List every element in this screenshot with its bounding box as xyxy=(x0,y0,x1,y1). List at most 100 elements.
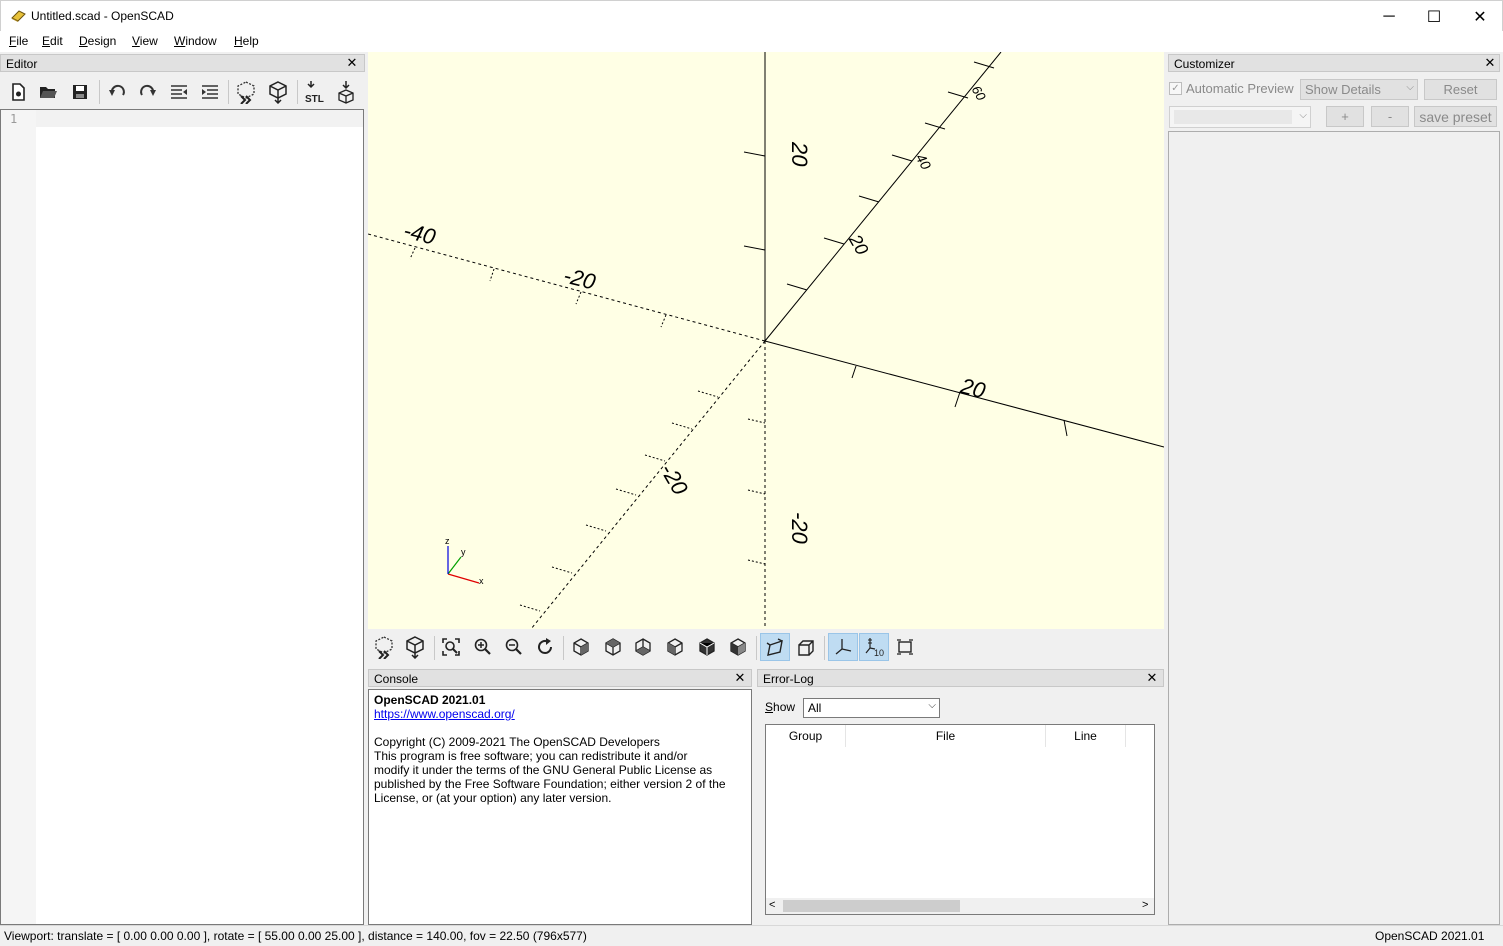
error-log-close-icon[interactable]: ✕ xyxy=(1145,671,1159,686)
view-all-icon[interactable] xyxy=(438,634,464,660)
console-close-icon[interactable]: ✕ xyxy=(733,671,747,686)
x-axis-label-minus-40: -40 xyxy=(401,218,439,250)
customizer-title: Customizer xyxy=(1174,57,1235,71)
status-bar: Viewport: translate = [ 0.00 0.00 0.00 ]… xyxy=(0,925,1503,946)
console-title-bar: Console ✕ xyxy=(368,669,752,687)
openscad-app-icon xyxy=(11,10,26,22)
preset-value xyxy=(1174,110,1292,124)
view-back-icon[interactable] xyxy=(725,634,751,660)
console-license-line: This program is free software; you can r… xyxy=(374,749,688,763)
toolbar-separator xyxy=(297,80,298,104)
minimize-button[interactable]: ─ xyxy=(1366,1,1412,32)
viewport-status: Viewport: translate = [ 0.00 0.00 0.00 ]… xyxy=(4,929,587,943)
toolbar-separator xyxy=(99,80,100,104)
undo-icon[interactable] xyxy=(104,79,130,105)
console-title: Console xyxy=(374,672,419,686)
orthogonal-icon[interactable] xyxy=(793,634,819,660)
maximize-button[interactable]: ☐ xyxy=(1411,1,1457,32)
remove-preset-button[interactable]: - xyxy=(1371,106,1409,127)
perspective-icon[interactable] xyxy=(760,633,790,661)
scroll-left-icon[interactable]: < xyxy=(769,899,775,911)
editor-close-icon[interactable]: ✕ xyxy=(345,56,359,71)
toolbar-separator xyxy=(756,636,757,660)
show-edges-icon[interactable] xyxy=(892,634,918,660)
unindent-icon[interactable] xyxy=(166,79,192,105)
preview-icon[interactable] xyxy=(371,634,397,660)
preset-dropdown[interactable]: ⌵ xyxy=(1169,106,1311,128)
show-details-dropdown[interactable]: Show Details ⌵ xyxy=(1300,79,1418,100)
scrollbar-thumb[interactable] xyxy=(783,900,960,912)
error-log-title: Error-Log xyxy=(763,672,814,686)
error-log-table[interactable]: Group File Line < > xyxy=(765,724,1155,915)
reset-button[interactable]: Reset xyxy=(1424,79,1497,100)
view-front-icon[interactable] xyxy=(694,634,720,660)
new-file-icon[interactable] xyxy=(5,79,31,105)
add-preset-button[interactable]: + xyxy=(1326,106,1364,127)
customizer-close-icon[interactable]: ✕ xyxy=(1483,56,1497,71)
menu-edit[interactable]: Edit xyxy=(42,34,63,48)
zoom-in-icon[interactable] xyxy=(470,634,496,660)
redo-icon[interactable] xyxy=(135,79,161,105)
gizmo-y-label: y xyxy=(461,547,466,557)
y-axis-positive xyxy=(764,52,1002,342)
open-file-icon[interactable] xyxy=(35,79,61,105)
editor-toolbar: STL xyxy=(0,74,365,110)
title-bar: Untitled.scad - OpenSCAD ─ ☐ ✕ xyxy=(0,0,1503,31)
3d-viewport[interactable]: 20 -20 -40 20 -20 20 40 60 -20 x y z xyxy=(368,52,1164,629)
line-number-gutter xyxy=(1,110,36,924)
y-axis-negative xyxy=(530,340,766,629)
view-left-icon[interactable] xyxy=(662,634,688,660)
stl-label: STL xyxy=(305,94,324,104)
x-axis-label-minus-20: -20 xyxy=(561,263,599,295)
customizer-title-bar: Customizer ✕ xyxy=(1168,54,1500,72)
toolbar-separator xyxy=(824,636,825,660)
chevron-down-icon: ⌵ xyxy=(928,700,936,711)
console-license-line: published by the Free Software Foundatio… xyxy=(374,777,726,791)
console-version: OpenSCAD 2021.01 xyxy=(374,693,486,707)
menu-file[interactable]: File xyxy=(9,34,28,48)
menu-design[interactable]: Design xyxy=(79,34,116,48)
y-axis-label-40: 40 xyxy=(913,151,935,173)
show-filter-dropdown[interactable]: All ⌵ xyxy=(803,698,940,718)
export-stl-icon[interactable]: STL xyxy=(302,79,328,105)
horizontal-scrollbar[interactable]: < > xyxy=(766,898,1154,914)
menu-help[interactable]: Help xyxy=(234,34,259,48)
console-output[interactable]: OpenSCAD 2021.01 https://www.openscad.or… xyxy=(368,689,752,925)
reset-view-icon[interactable] xyxy=(532,634,558,660)
save-icon[interactable] xyxy=(67,79,93,105)
scroll-right-icon[interactable]: > xyxy=(1142,899,1148,911)
view-right-icon[interactable] xyxy=(568,634,594,660)
automatic-preview-label: Automatic Preview xyxy=(1186,81,1294,96)
orientation-gizmo: x y z xyxy=(445,536,484,586)
code-editor[interactable] xyxy=(0,109,364,925)
column-header-file[interactable]: File xyxy=(846,725,1046,747)
indent-icon[interactable] xyxy=(197,79,223,105)
automatic-preview-checkbox[interactable]: ✓ xyxy=(1169,82,1182,95)
menu-view[interactable]: View xyxy=(132,34,158,48)
send-to-3d-print-icon[interactable] xyxy=(333,79,359,105)
openscad-website-link[interactable]: https://www.openscad.org/ xyxy=(374,707,515,721)
y-axis-label-20: 20 xyxy=(844,230,872,258)
show-filter-label: Show xyxy=(765,700,796,714)
console-license-line: License, or (at your option) any later v… xyxy=(374,791,612,805)
zoom-out-icon[interactable] xyxy=(501,634,527,660)
show-scale-markers-icon[interactable]: 10 xyxy=(859,633,889,661)
console-license-line: modify it under the terms of the GNU Gen… xyxy=(374,763,713,777)
close-window-button[interactable]: ✕ xyxy=(1457,1,1503,32)
menu-window[interactable]: Window xyxy=(174,34,217,48)
save-preset-button[interactable]: save preset xyxy=(1414,106,1497,127)
render-icon[interactable] xyxy=(265,79,291,105)
preview-icon[interactable] xyxy=(233,79,259,105)
view-top-icon[interactable] xyxy=(600,634,626,660)
gizmo-x-label: x xyxy=(479,576,484,586)
axes-drawing: 20 -20 -40 20 -20 20 40 60 -20 x y z xyxy=(368,52,1164,629)
customizer-parameters-area xyxy=(1168,131,1500,925)
error-log-title-bar: Error-Log ✕ xyxy=(757,669,1164,687)
show-axes-icon[interactable] xyxy=(828,633,858,661)
column-header-group[interactable]: Group xyxy=(766,725,846,747)
column-header-line[interactable]: Line xyxy=(1046,725,1126,747)
render-icon[interactable] xyxy=(402,634,428,660)
line-number: 1 xyxy=(10,112,18,126)
view-bottom-icon[interactable] xyxy=(630,634,656,660)
gizmo-z-label: z xyxy=(445,536,450,546)
